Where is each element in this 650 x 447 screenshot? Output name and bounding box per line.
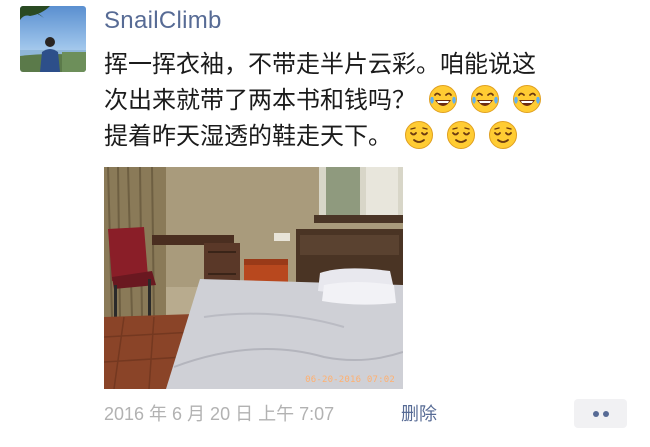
- tears-of-joy-icon: [470, 84, 500, 114]
- delete-link[interactable]: 删除: [401, 400, 437, 426]
- hotel-room-photo: [104, 167, 403, 389]
- post-timestamp: 2016 年 6 月 20 日 上午 7:07: [104, 404, 335, 424]
- post-line: 挥一挥衣袖，不带走半片云彩。咱能说这: [104, 50, 536, 78]
- username[interactable]: SnailClimb: [104, 7, 222, 35]
- more-dot-icon: [603, 411, 609, 417]
- avatar-image: [20, 6, 86, 72]
- post-line: 提着昨天湿透的鞋走天下。: [104, 118, 639, 154]
- relieved-face-icon: [488, 120, 518, 150]
- post-line: 次出来就带了两本书和钱吗？: [104, 82, 639, 118]
- post-text: 挥一挥衣袖，不带走半片云彩。咱能说这 次出来就带了两本书和钱吗？ 提着昨天湿透的…: [104, 46, 639, 154]
- photo-timestamp: 06-20-2016 07:02: [305, 375, 395, 385]
- more-actions-button[interactable]: [574, 399, 627, 428]
- avatar[interactable]: [20, 6, 86, 72]
- tears-of-joy-icon: [428, 84, 458, 114]
- relieved-face-icon: [446, 120, 476, 150]
- more-dot-icon: [593, 411, 599, 417]
- tears-of-joy-icon: [512, 84, 542, 114]
- relieved-face-icon: [404, 120, 434, 150]
- post-photo[interactable]: 06-20-2016 07:02: [104, 167, 403, 389]
